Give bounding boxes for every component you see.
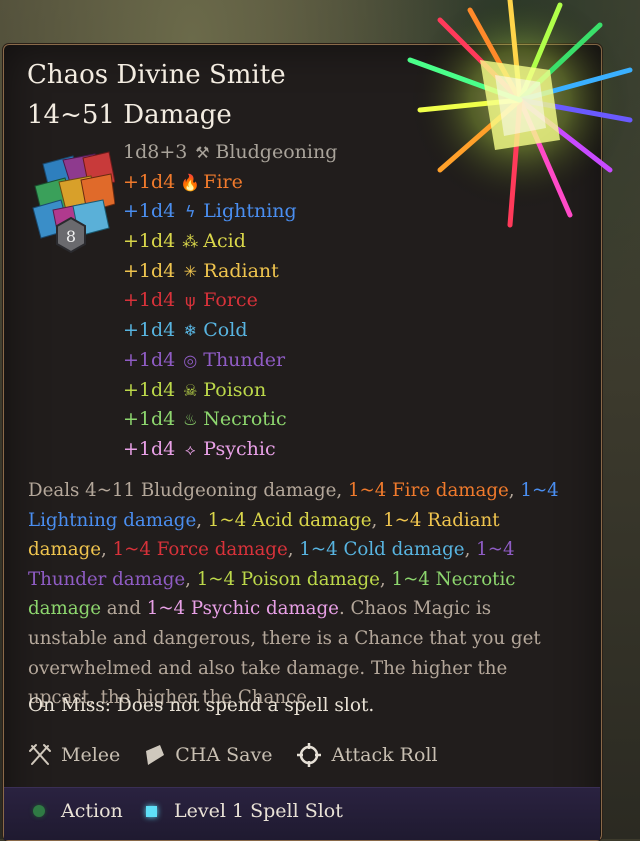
damage-amount: 1d8+3 [123,141,188,163]
cost-spell-slot-label: Level 1 Spell Slot [174,800,343,822]
spell-description: Deals 4~11 Bludgeoning damage, 1~4 Fire … [28,480,559,709]
crosshair-icon [297,743,322,767]
damage-amount: +1d4 [123,289,176,312]
lightning-icon: ϟ [184,202,196,222]
cost-action: Action [33,800,123,822]
tag-melee-label: Melee [61,744,121,766]
tag-melee: Melee [28,743,120,767]
damage-type: Acid [203,230,246,253]
damage-row-bludgeoning: 1d8+3 ⚒ Bludgeoning [123,138,337,168]
tag-attack-roll-label: Attack Roll [331,744,438,766]
damage-row-lightning: +1d4 ϟ Lightning [123,197,337,227]
desc-psychic: 1~4 Psychic damage [146,598,339,620]
spell-tags: Melee CHA Save Attack Roll [28,742,462,768]
damage-type: Fire [203,170,243,193]
poison-icon: ☠ [183,380,198,400]
shield-icon [146,745,165,765]
damage-row-poison: +1d4 ☠ Poison [123,376,337,406]
damage-amount: +1d4 [123,259,176,282]
damage-row-thunder: +1d4 ◎ Thunder [123,346,337,376]
tag-cha-save-label: CHA Save [175,744,273,766]
damage-type: Bludgeoning [215,141,338,163]
cost-action-label: Action [61,800,123,822]
damage-amount: +1d4 [123,348,176,371]
acid-icon: ⁂ [182,232,199,252]
damage-amount: +1d4 [123,200,176,223]
cost-spell-slot: Level 1 Spell Slot [146,800,343,822]
dice-badge-number: 8 [66,227,76,246]
damage-amount: +1d4 [123,230,176,253]
damage-row-radiant: +1d4 ✳ Radiant [123,257,337,287]
damage-row-psychic: +1d4 ⟡ Psychic [123,435,337,465]
force-icon: ψ [184,291,196,311]
damage-breakdown-list: 1d8+3 ⚒ Bludgeoning +1d4 🔥 Fire +1d4 ϟ Lightning… [123,138,337,465]
cold-icon: ❄ [183,321,197,341]
spell-icon-glow [407,0,633,228]
desc-poison: 1~4 Poison damage [196,568,380,590]
dice-stack-icon: 8 [32,151,115,254]
desc-acid: 1~4 Acid damage [207,509,372,531]
on-miss-text: On Miss: Does not spend a spell slot. [28,695,375,716]
hammer-icon: ⚒ [195,143,210,162]
damage-type: Poison [203,378,267,401]
thunder-icon: ◎ [183,350,198,370]
damage-type: Radiant [203,259,279,282]
damage-type: Cold [203,319,248,342]
damage-type: Necrotic [203,408,287,431]
desc-force: 1~4 Force damage [112,539,288,561]
damage-row-fire: +1d4 🔥 Fire [123,168,337,198]
fire-icon: 🔥 [180,172,201,192]
damage-amount: +1d4 [123,378,176,401]
damage-amount: +1d4 [123,319,176,342]
damage-row-force: +1d4 ψ Force [123,286,337,316]
damage-row-necrotic: +1d4 ♨ Necrotic [123,405,337,435]
damage-range: 14~51 Damage [27,100,232,130]
desc-intro: Deals 4~11 Bludgeoning damage, [28,480,348,501]
spell-slot-square-icon [146,805,157,817]
tag-attack-roll: Attack Roll [296,742,438,768]
damage-type: Lightning [203,200,297,223]
desc-cold: 1~4 Cold damage [299,539,465,561]
radiant-icon: ✳ [183,261,197,281]
crossed-swords-icon [29,744,51,765]
damage-amount: +1d4 [123,437,176,460]
damage-amount: +1d4 [123,170,176,193]
damage-type: Thunder [203,348,286,371]
damage-amount: +1d4 [123,408,176,431]
spell-title: Chaos Divine Smite [27,60,286,90]
tag-cha-save: CHA Save [144,743,272,767]
damage-row-cold: +1d4 ❄ Cold [123,316,337,346]
psychic-icon: ⟡ [184,439,196,459]
necrotic-icon: ♨ [183,410,198,430]
desc-fire: 1~4 Fire damage [347,480,509,501]
damage-type: Force [203,289,258,312]
damage-type: Psychic [203,437,276,460]
damage-row-acid: +1d4 ⁂ Acid [123,227,337,257]
action-dot-icon [33,805,45,817]
